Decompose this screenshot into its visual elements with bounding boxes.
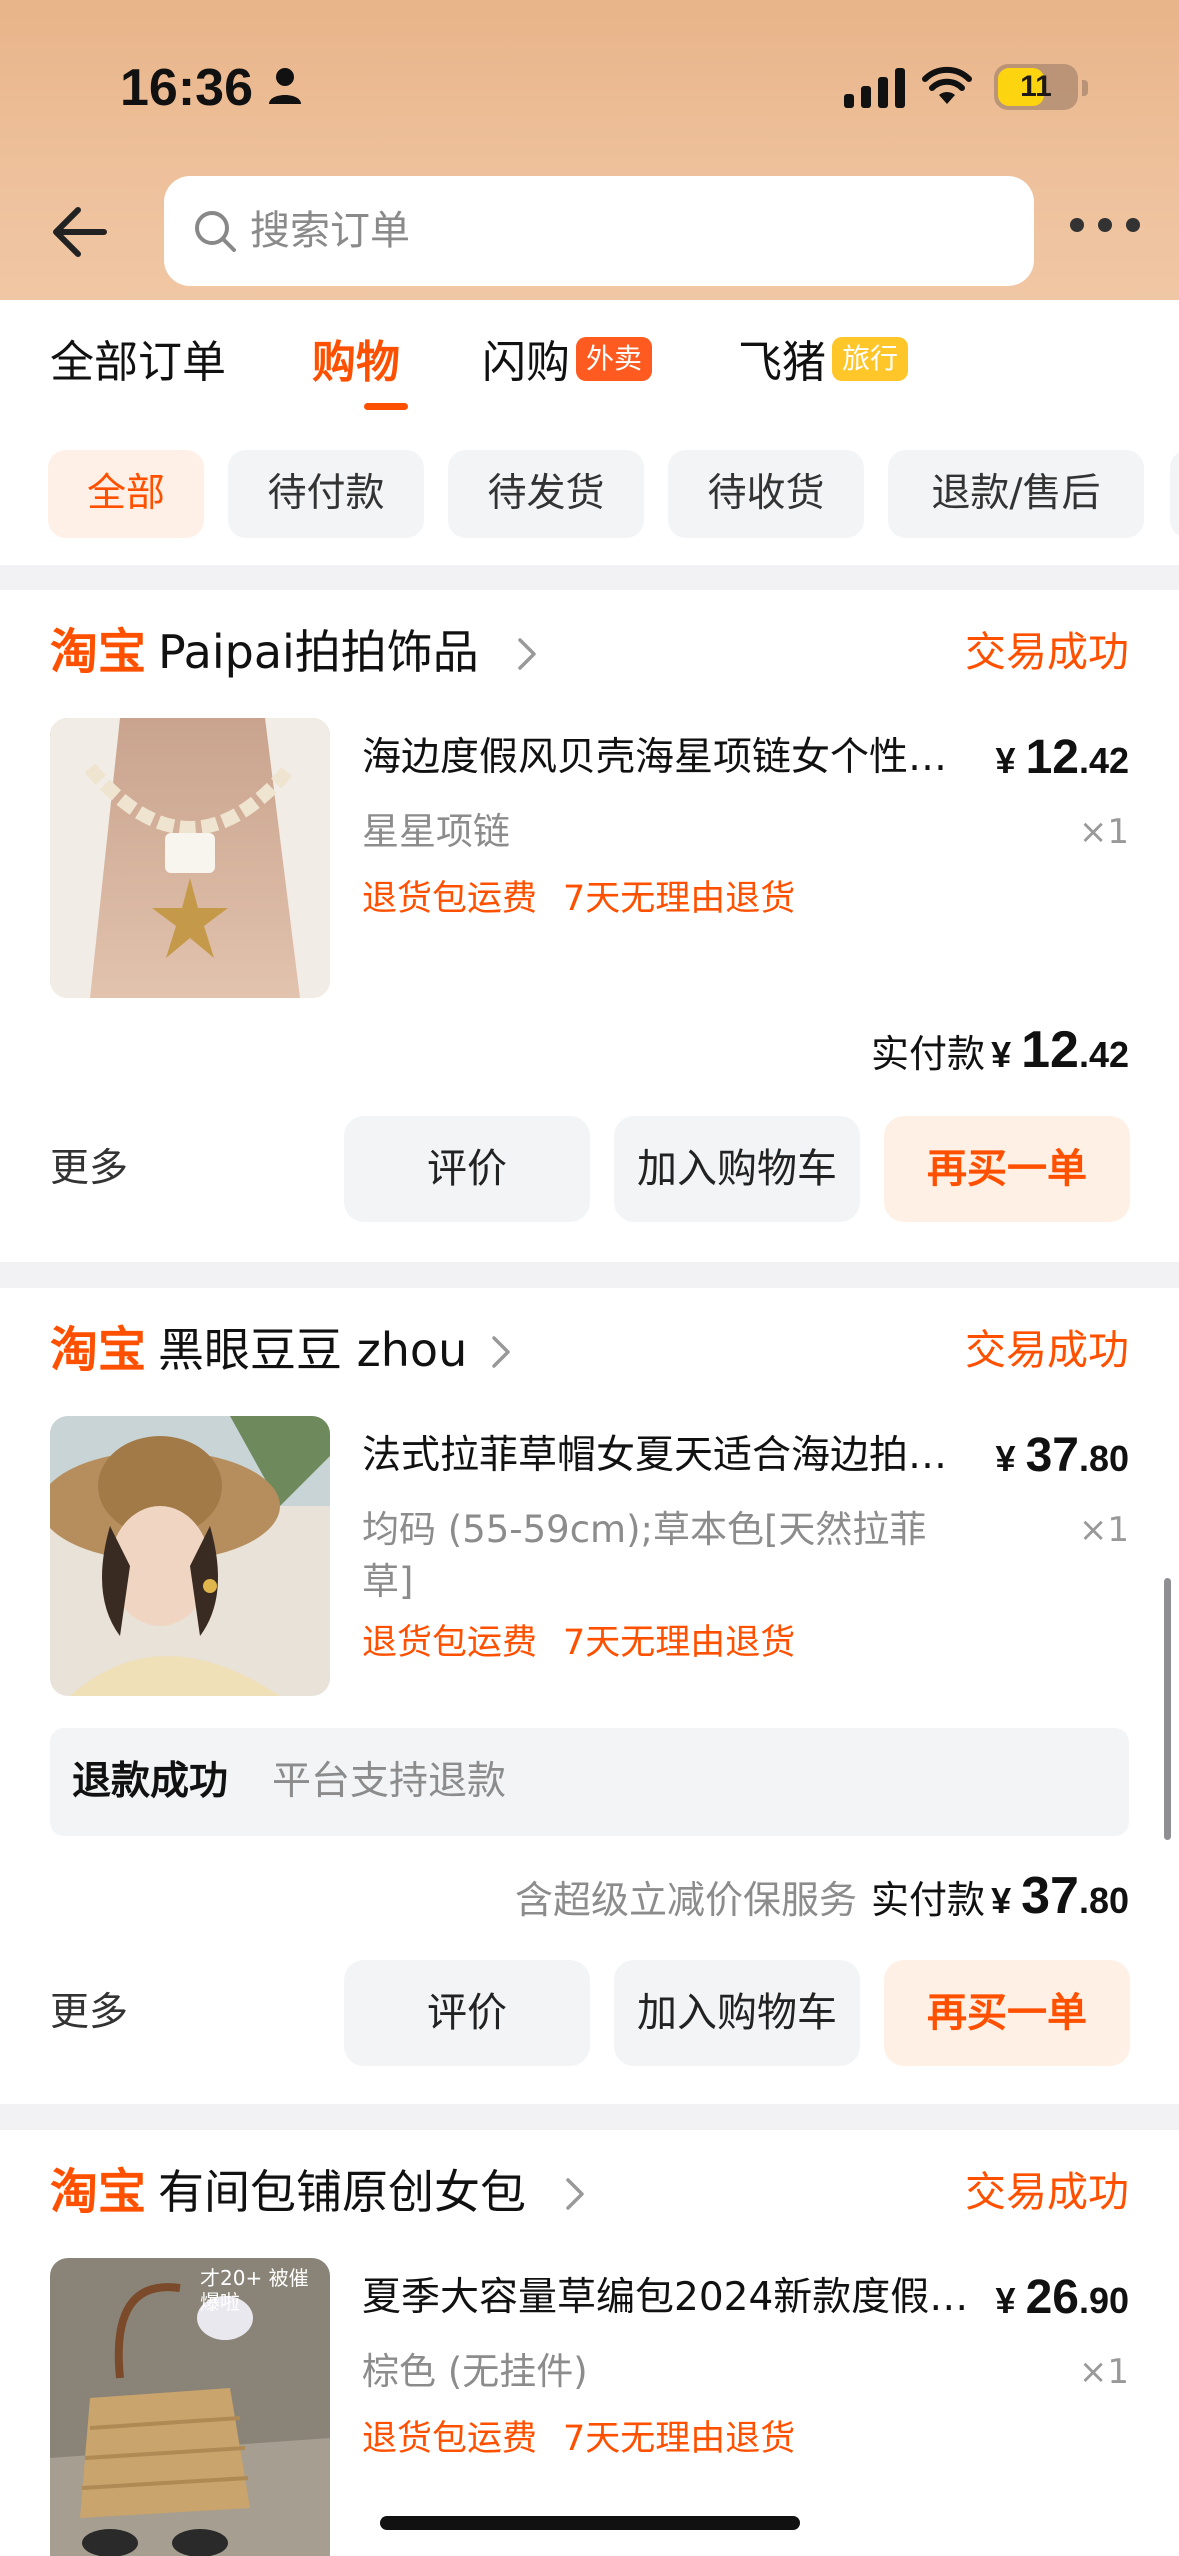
filter-refund-aftersales[interactable]: 退款/售后 [888, 450, 1144, 538]
free-return-shipping-tag: 退货包运费 [362, 879, 538, 919]
back-arrow-icon[interactable] [40, 190, 124, 274]
add-to-cart-button[interactable]: 加入购物车 [614, 1960, 860, 2066]
tab-shopping[interactable]: 购物 [312, 328, 408, 410]
taobao-brand: 淘宝 [50, 1322, 147, 1378]
buy-again-button[interactable]: 再买一单 [884, 1960, 1130, 2066]
shop-name[interactable]: Paipai拍拍饰品 [158, 620, 479, 684]
seven-day-return-tag: 7天无理由退货 [563, 879, 796, 919]
order-status: 交易成功 [965, 2168, 1129, 2216]
battery-level: 11 [1020, 70, 1052, 103]
taobao-brand: 淘宝 [50, 2164, 147, 2220]
payment-total: 实付款 ¥ 12.42 [871, 1021, 1129, 1079]
order-card[interactable]: 淘宝 黑眼豆豆 zhou 交易成功 法式拉菲草帽女夏天适合海边拍照遮阳草帽 ¥ … [0, 1288, 1179, 2104]
search-placeholder: 搜索订单 [250, 208, 410, 254]
product-sku: 星星项链 [362, 810, 510, 853]
order-card[interactable]: 淘宝 Paipai拍拍饰品 交易成功 海边度假风贝壳海星项链女个性小众设计感锁骨… [0, 590, 1179, 1262]
product-title[interactable]: 海边度假风贝壳海星项链女个性小众设计感锁骨链 [362, 730, 972, 786]
product-price: ¥ 12.42 [995, 731, 1129, 784]
search-icon [195, 211, 236, 252]
header: 16:36 11 搜索订单 [0, 0, 1179, 300]
tab-all-orders[interactable]: 全部订单 [50, 328, 226, 398]
filter-overflow[interactable] [1170, 450, 1179, 538]
free-return-shipping-tag: 退货包运费 [362, 1623, 538, 1663]
active-tab-indicator [364, 403, 408, 410]
shop-name[interactable]: 有间包铺原创女包 [158, 2160, 526, 2224]
chevron-right-icon [492, 1336, 510, 1368]
review-button[interactable]: 评价 [344, 1116, 590, 1222]
seven-day-return-tag: 7天无理由退货 [563, 1623, 796, 1663]
add-to-cart-button[interactable]: 加入购物车 [614, 1116, 860, 1222]
filter-pending-receipt[interactable]: 待收货 [668, 450, 864, 538]
price-protection-note: 含超级立减价保服务 [515, 1878, 858, 1922]
service-tags: 退货包运费 7天无理由退货 [362, 1618, 795, 1668]
more-link[interactable]: 更多 [50, 1960, 128, 2066]
more-options-icon[interactable] [1066, 200, 1146, 250]
buy-again-button[interactable]: 再买一单 [884, 1116, 1130, 1222]
filter-pending-shipment[interactable]: 待发货 [448, 450, 644, 538]
cellular-signal-icon [844, 68, 905, 108]
review-button[interactable]: 评价 [344, 1960, 590, 2066]
battery-icon: 11 [994, 64, 1078, 110]
service-tags: 退货包运费 7天无理由退货 [362, 874, 795, 924]
product-sku: 棕色 (无挂件) [362, 2350, 588, 2393]
product-quantity: ×1 [1078, 2352, 1129, 2392]
image-caption: 才20+ 被催爆啦 [200, 2266, 309, 2314]
scrollbar[interactable] [1164, 1578, 1171, 1840]
free-return-shipping-tag: 退货包运费 [362, 2419, 538, 2459]
order-status: 交易成功 [965, 1326, 1129, 1374]
product-image-straw-bag[interactable]: 才20+ 被催爆啦 [50, 2258, 330, 2556]
service-tags: 退货包运费 7天无理由退货 [362, 2414, 795, 2464]
takeout-badge: 外卖 [576, 337, 653, 381]
refund-note: 平台支持退款 [272, 1759, 507, 1804]
order-card[interactable]: 淘宝 有间包铺原创女包 交易成功 才20+ 被催爆啦 夏季大容量草编包2024新… [0, 2130, 1179, 2556]
shop-name[interactable]: 黑眼豆豆 zhou [158, 1318, 467, 1382]
search-input[interactable]: 搜索订单 [164, 176, 1034, 286]
product-quantity: ×1 [1078, 1510, 1129, 1550]
refund-status-box[interactable]: 退款成功 平台支持退款 [50, 1728, 1129, 1836]
seven-day-return-tag: 7天无理由退货 [563, 2419, 796, 2459]
more-link[interactable]: 更多 [50, 1116, 128, 1222]
payment-total: 含超级立减价保服务 实付款 ¥ 37.80 [515, 1867, 1129, 1925]
product-title[interactable]: 法式拉菲草帽女夏天适合海边拍照遮阳草帽 [362, 1428, 972, 1484]
order-tabs-section: 全部订单 购物 闪购 外卖 飞猪 旅行 全部 待付款 待发货 待收货 退款/售后 [0, 300, 1179, 565]
wifi-icon [922, 66, 972, 104]
product-price: ¥ 26.90 [995, 2271, 1129, 2324]
tab-flash-purchase[interactable]: 闪购 外卖 [482, 328, 653, 398]
home-indicator[interactable] [380, 2516, 800, 2530]
product-price: ¥ 37.80 [995, 1429, 1129, 1482]
status-time: 16:36 [120, 59, 253, 117]
product-title[interactable]: 夏季大容量草编包2024新款度假沙滩包 [362, 2270, 972, 2326]
filter-all[interactable]: 全部 [48, 450, 204, 538]
product-image-necklace[interactable] [50, 718, 330, 998]
filter-pending-payment[interactable]: 待付款 [228, 450, 424, 538]
chevron-right-icon [566, 2178, 584, 2210]
tab-fliggy[interactable]: 飞猪 旅行 [738, 328, 909, 398]
product-image-straw-hat[interactable] [50, 1416, 330, 1696]
refund-status: 退款成功 [72, 1759, 229, 1804]
order-status: 交易成功 [965, 628, 1129, 676]
travel-badge: 旅行 [832, 337, 909, 381]
product-quantity: ×1 [1078, 812, 1129, 852]
taobao-brand: 淘宝 [50, 624, 147, 680]
product-sku: 均码 (55-59cm);草本色[天然拉菲草] [362, 1508, 927, 1603]
person-icon [269, 68, 301, 104]
chevron-right-icon [518, 638, 536, 670]
